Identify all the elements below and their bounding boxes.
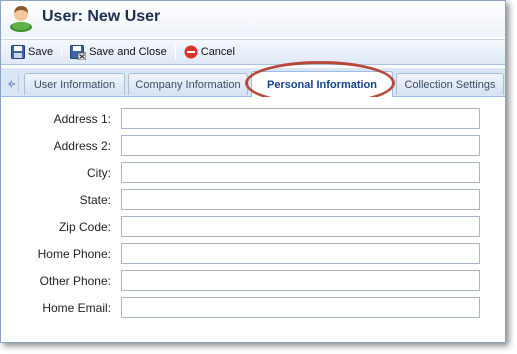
tab-label: Company Information (135, 78, 241, 91)
personal-information-form: Address 1: Address 2: City: State: Zip C… (1, 97, 505, 342)
home-phone-input[interactable] (121, 243, 480, 264)
form-row-state: State: (1, 189, 505, 211)
toolbar-separator (174, 44, 176, 60)
cancel-icon (184, 45, 198, 59)
tab-collection-settings[interactable]: Collection Settings (396, 73, 504, 95)
address-1-input[interactable] (121, 108, 480, 129)
address-2-label: Address 2: (53, 139, 111, 153)
floppy-disk-icon (11, 45, 25, 59)
user-icon (9, 4, 33, 32)
tab-personal-information[interactable]: Personal Information (251, 71, 393, 98)
toolbar-separator (61, 44, 63, 60)
zip-code-label: Zip Code: (58, 220, 111, 234)
tab-label: Personal Information (266, 79, 378, 91)
floppy-disk-close-icon (70, 44, 87, 60)
form-row-city: City: (1, 162, 505, 184)
form-row-other-phone: Other Phone: (1, 270, 505, 292)
user-dialog-window: User: New User Save Save and Close Cance… (0, 0, 506, 343)
state-label: State: (79, 193, 111, 207)
form-row-home-phone: Home Phone: (1, 243, 505, 265)
form-row-zip-code: Zip Code: (1, 216, 505, 238)
form-row-home-email: Home Email: (1, 297, 505, 319)
arrow-left-icon (7, 79, 15, 88)
city-input[interactable] (121, 162, 480, 183)
save-and-close-button-label: Save and Close (89, 46, 167, 58)
zip-code-input[interactable] (121, 216, 480, 237)
tab-label: Collection Settings (404, 78, 496, 91)
tab-scroll-left-button[interactable] (3, 74, 19, 93)
home-phone-label: Home Phone: (37, 247, 111, 261)
form-row-address-1: Address 1: (1, 108, 505, 130)
toolbar: Save Save and Close Cancel (1, 39, 505, 65)
tab-user-information[interactable]: User Information (24, 73, 125, 95)
cancel-button-label: Cancel (200, 46, 235, 58)
form-row-address-2: Address 2: (1, 135, 505, 157)
address-1-label: Address 1: (53, 112, 111, 126)
save-button[interactable]: Save (9, 42, 55, 62)
address-2-input[interactable] (121, 135, 480, 156)
other-phone-input[interactable] (121, 270, 480, 291)
tab-label: User Information (33, 78, 116, 91)
tab-company-information[interactable]: Company Information (128, 73, 248, 95)
cancel-button[interactable]: Cancel (182, 42, 237, 62)
state-input[interactable] (121, 189, 480, 210)
home-email-label: Home Email: (42, 301, 111, 315)
city-label: City: (87, 166, 111, 180)
tab-strip: User Information Company Information Per… (1, 68, 505, 98)
save-button-label: Save (28, 46, 54, 58)
home-email-input[interactable] (121, 297, 480, 318)
other-phone-label: Other Phone: (39, 274, 111, 288)
window-title: User: New User (42, 8, 161, 25)
save-and-close-button[interactable]: Save and Close (68, 42, 169, 62)
title-bar: User: New User (1, 1, 505, 37)
